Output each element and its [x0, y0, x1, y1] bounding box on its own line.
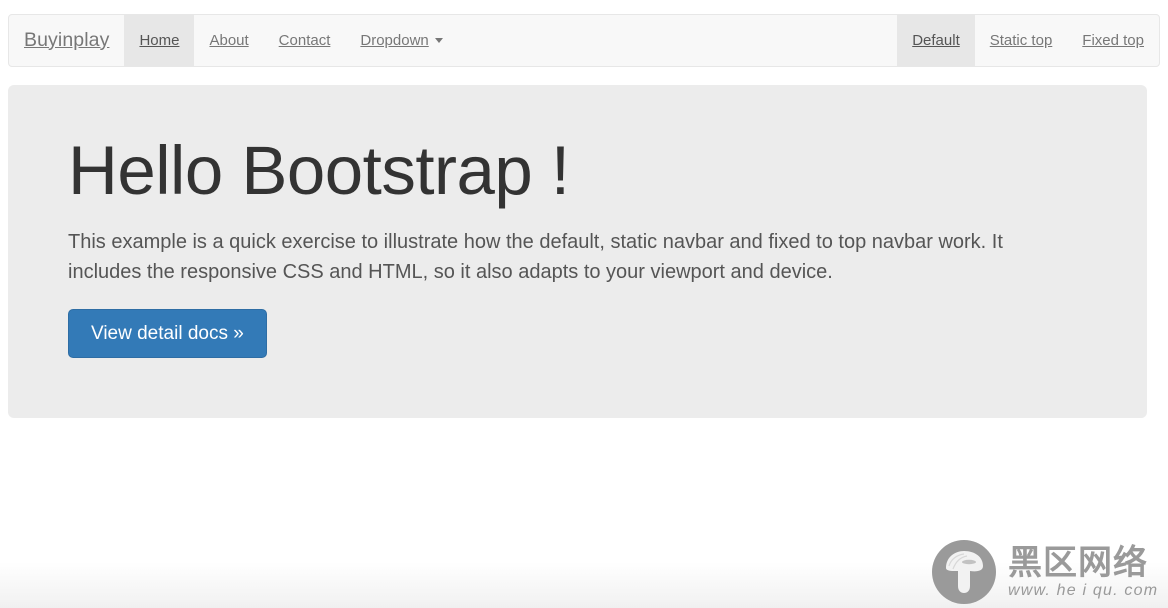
- nav-item-fixed-top-label: Fixed top: [1082, 32, 1144, 49]
- jumbotron: Hello Bootstrap ! This example is a quic…: [8, 85, 1147, 418]
- watermark: 黑区网络 www. he i qu. com: [930, 536, 1160, 608]
- nav-item-static-top[interactable]: Static top: [975, 15, 1068, 66]
- nav-item-fixed-top[interactable]: Fixed top: [1067, 15, 1159, 66]
- navbar-left-group: Buyinplay Home About Contact Dropdown: [9, 15, 458, 66]
- nav-item-about[interactable]: About: [194, 15, 263, 66]
- navbar: Buyinplay Home About Contact Dropdown De…: [8, 14, 1160, 67]
- watermark-url: www. he i qu. com: [1008, 581, 1159, 599]
- chevron-down-icon: [434, 38, 443, 43]
- watermark-brand: 黑区网络: [1008, 542, 1148, 583]
- page-root: Buyinplay Home About Contact Dropdown De…: [0, 0, 1168, 608]
- view-detail-docs-button[interactable]: View detail docs »: [68, 308, 267, 358]
- nav-item-home[interactable]: Home: [124, 15, 195, 66]
- nav-item-static-top-label: Static top: [989, 32, 1053, 49]
- nav-item-dropdown[interactable]: Dropdown: [345, 15, 457, 66]
- watermark-text: 黑区网络 www. he i qu. com: [1008, 546, 1158, 599]
- nav-item-contact-label: Contact: [278, 32, 331, 49]
- navbar-brand[interactable]: Buyinplay: [9, 15, 124, 66]
- nav-item-default[interactable]: Default: [897, 15, 975, 66]
- jumbotron-description: This example is a quick exercise to illu…: [68, 230, 1003, 283]
- navbar-right-group: Default Static top Fixed top: [897, 15, 1159, 66]
- nav-item-about-label: About: [209, 32, 249, 49]
- nav-item-contact[interactable]: Contact: [264, 15, 346, 66]
- page-title: Hello Bootstrap !: [68, 132, 570, 209]
- nav-item-dropdown-label: Dropdown: [360, 32, 429, 49]
- nav-item-home-label: Home: [139, 32, 180, 49]
- mushroom-logo-icon: [932, 540, 996, 604]
- nav-item-default-label: Default: [912, 32, 960, 49]
